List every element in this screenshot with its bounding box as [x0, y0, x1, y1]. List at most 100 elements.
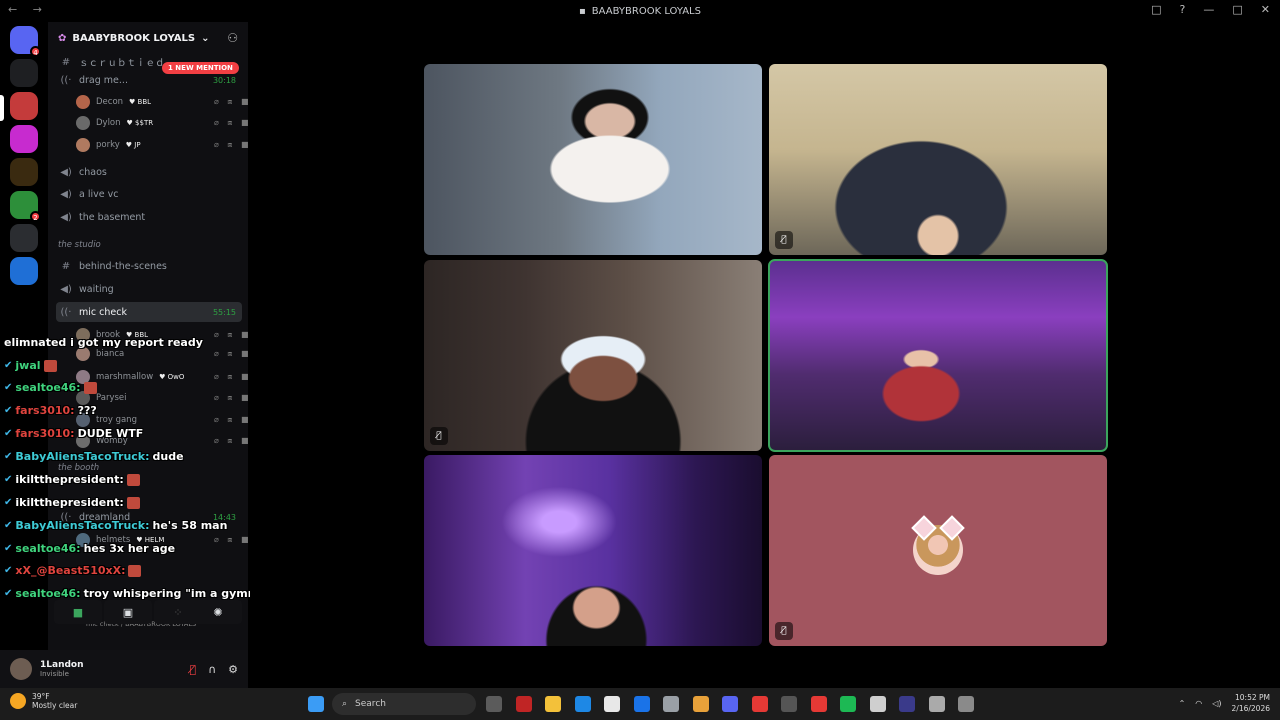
server-gold-icon[interactable] — [10, 158, 38, 186]
taskbar-app-icon[interactable] — [928, 696, 945, 712]
windows-start-icon[interactable] — [308, 696, 324, 712]
channel-label: waiting — [79, 283, 114, 295]
weather-widget[interactable]: 39°F Mostly clear — [10, 692, 77, 710]
server-goat-icon[interactable] — [10, 224, 38, 252]
voice-user[interactable]: Womby ⌀ ⧈ ■ — [76, 431, 248, 451]
voice-user-name: marshmallow — [96, 372, 154, 382]
channel-c5[interactable]: ◀) the basement — [56, 207, 242, 227]
minimize-button[interactable]: — — [1203, 3, 1214, 16]
category-the-booth[interactable]: the booth — [58, 463, 99, 473]
video-tile[interactable] — [424, 455, 762, 646]
avatar — [76, 391, 90, 405]
video-tile[interactable]: 🎙̸ — [424, 260, 762, 451]
add-member-icon[interactable]: ⚇ — [227, 31, 238, 45]
gear-icon[interactable]: ⚙ — [228, 663, 238, 676]
camera-button[interactable]: ■ — [54, 600, 102, 624]
taskbar-app-icon[interactable] — [692, 696, 709, 712]
mic-muted-icon[interactable]: 🎙̸ — [189, 663, 196, 676]
voice-user[interactable]: Parysei ⌀ ⧈ ■ — [76, 388, 248, 408]
flower-icon: ✿ — [58, 32, 67, 44]
nav-arrows[interactable]: ← → — [8, 3, 48, 16]
wifi-icon[interactable]: ◠ — [1195, 699, 1202, 708]
channel-c2[interactable]: ((· drag me... 30:18 — [56, 70, 242, 90]
user-status-icons: ⌀ ⧈ ■ — [214, 436, 248, 445]
user-tag: ♥ BBL — [129, 98, 152, 106]
channel-c6[interactable]: # behind-the-scenes — [56, 256, 242, 276]
voice-user[interactable]: marshmallow ♥ OwO ⌀ ⧈ ■ — [76, 367, 248, 387]
video-tile[interactable] — [424, 64, 762, 255]
maximize-button[interactable]: □ — [1232, 3, 1242, 16]
taskbar-app-icon[interactable] — [722, 696, 738, 712]
notification-badge: 2 — [30, 211, 41, 222]
mic-muted-icon: 🎙̸ — [775, 231, 793, 249]
volume-icon[interactable]: ◁) — [1212, 699, 1221, 708]
channel-type-icon: ◀) — [60, 211, 72, 223]
channel-c1[interactable]: # ｓｃｒｕｂｔｉｅｄ — [56, 52, 242, 72]
voice-user[interactable]: bianca ⌀ ⧈ ■ — [76, 344, 248, 364]
taskbar-app-icon[interactable] — [515, 696, 532, 712]
taskbar-app-icon[interactable] — [899, 696, 915, 712]
clock[interactable]: 10:52 PM 2/16/2026 — [1232, 692, 1270, 714]
taskbar-app-icon[interactable] — [751, 696, 768, 712]
channel-type-icon: # — [61, 260, 71, 272]
user-status-icons: ⌀ ⧈ ■ — [214, 330, 248, 339]
taskbar-app-icon[interactable] — [545, 696, 561, 712]
voice-user-name: Dylon — [96, 118, 121, 128]
folder-icon[interactable] — [10, 59, 38, 87]
channel-c7[interactable]: ◀) waiting — [56, 279, 242, 299]
video-tile[interactable]: 🎙̸ — [769, 64, 1107, 255]
server-monkey-icon[interactable]: 2 — [10, 191, 41, 222]
avatar-tile[interactable]: 🎙̸ — [769, 455, 1107, 646]
avatar — [76, 328, 90, 342]
search-label: Search — [355, 699, 386, 709]
weather-desc: Mostly clear — [32, 701, 78, 710]
taskbar-app-icon[interactable] — [958, 696, 974, 712]
video-tile-speaking[interactable] — [768, 259, 1108, 452]
taskbar-app-icon[interactable] — [663, 696, 679, 712]
channel-type-icon: ◀) — [60, 166, 72, 178]
taskbar-app-icon[interactable] — [810, 696, 827, 712]
help-icon[interactable]: ? — [1180, 3, 1186, 16]
taskbar-search[interactable]: ⌕ Search — [332, 693, 476, 715]
taskbar-app-icon[interactable] — [574, 696, 591, 712]
voice-user-name: Womby — [96, 436, 128, 446]
screen-share-button[interactable]: ▣ — [104, 600, 152, 624]
weather-temp: 39°F — [32, 692, 50, 701]
user-panel: 1Landon Invisible 🎙̸ ∩ ⚙ — [0, 650, 248, 688]
avatar[interactable] — [10, 658, 32, 680]
category-the-studio[interactable]: the studio — [58, 240, 101, 250]
inbox-icon[interactable]: □ — [1151, 3, 1161, 16]
taskbar-app-icon[interactable] — [486, 696, 502, 712]
channel-type-icon: ((· — [60, 306, 72, 318]
server-header[interactable]: ✿ BAABYBROOK LOYALS ⌄ ⚇ — [48, 22, 248, 54]
user-status-icons: ⌀ ⧈ ■ — [214, 372, 248, 381]
channel-c4[interactable]: ◀) a live vc — [56, 184, 242, 204]
voice-user[interactable]: brook ♥ BBL ⌀ ⧈ ■ — [76, 325, 248, 345]
taskbar-app-icon[interactable] — [781, 696, 797, 712]
voice-user[interactable]: porky ♥ JP ⌀ ⧈ ■ — [76, 135, 248, 155]
voice-user[interactable]: troy gang ⌀ ⧈ ■ — [76, 410, 248, 430]
voice-user[interactable]: Dylon ♥ $$TR ⌀ ⧈ ■ — [76, 113, 248, 133]
server-red-icon[interactable] — [10, 92, 38, 120]
headphones-icon[interactable]: ∩ — [208, 663, 216, 676]
voice-user[interactable]: helmets ♥ HELM ⌀ ⧈ ■ — [76, 530, 248, 550]
chevron-up-icon[interactable]: ⌃ — [1179, 699, 1186, 708]
taskbar-app-icon[interactable] — [840, 696, 856, 712]
taskbar-app-icon[interactable] — [604, 696, 620, 712]
discord-home-icon[interactable]: 4 — [10, 26, 41, 57]
channel-label: drag me... — [79, 74, 128, 86]
channel-label: the basement — [79, 211, 146, 223]
avatar — [76, 413, 90, 427]
server-pink-icon[interactable] — [10, 125, 38, 153]
server-blue-icon[interactable] — [10, 257, 38, 285]
channel-timer: 14:43 — [212, 512, 236, 522]
soundboard-button[interactable]: ✺ — [194, 600, 242, 624]
channel-c9[interactable]: ((· dreamland 14:43 — [56, 507, 242, 527]
channel-c3[interactable]: ◀) chaos — [56, 162, 242, 182]
close-button[interactable]: ✕ — [1261, 3, 1270, 16]
taskbar-app-icon[interactable] — [869, 696, 886, 712]
channel-c8[interactable]: ((· mic check 55:15 — [56, 302, 242, 322]
taskbar-app-icon[interactable] — [633, 696, 650, 712]
voice-user[interactable]: Decon ♥ BBL ⌀ ⧈ ■ — [76, 92, 248, 112]
channel-type-icon: ◀) — [60, 283, 72, 295]
